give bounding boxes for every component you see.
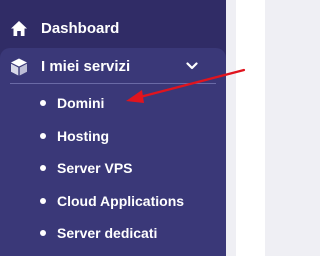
sidebar-group-my-services: I miei servizi Domini Hosting Server VPS… xyxy=(0,48,226,256)
submenu-item-hosting[interactable]: Hosting xyxy=(0,123,226,149)
bullet-icon xyxy=(40,165,46,171)
home-icon xyxy=(11,21,27,36)
submenu-item-server-dedicati[interactable]: Server dedicati xyxy=(0,220,226,246)
sidebar-item-label: Dashboard xyxy=(41,20,120,37)
submenu-item-label: Server VPS xyxy=(57,160,133,176)
submenu-item-label: Cloud Applications xyxy=(57,193,185,209)
submenu-item-domini[interactable]: Domini xyxy=(0,90,226,116)
sidebar-item-my-services[interactable]: I miei servizi xyxy=(0,48,226,84)
submenu-item-server-vps[interactable]: Server VPS xyxy=(0,155,226,181)
bullet-icon xyxy=(40,133,46,139)
box-icon xyxy=(11,58,27,76)
chevron-down-icon[interactable] xyxy=(186,62,198,70)
sidebar: Dashboard I miei servizi Domini Hosting … xyxy=(0,0,226,256)
main-content-edge xyxy=(236,0,265,256)
submenu-item-cloud-applications[interactable]: Cloud Applications xyxy=(0,188,226,214)
sidebar-item-dashboard[interactable]: Dashboard xyxy=(0,0,226,48)
submenu-item-label: Domini xyxy=(57,95,105,111)
bullet-icon xyxy=(40,230,46,236)
bullet-icon xyxy=(40,100,46,106)
submenu-item-label: Server dedicati xyxy=(57,225,158,241)
submenu-item-label: Hosting xyxy=(57,128,110,144)
sidebar-item-label: I miei servizi xyxy=(41,58,131,75)
divider xyxy=(10,83,216,84)
bullet-icon xyxy=(40,198,46,204)
